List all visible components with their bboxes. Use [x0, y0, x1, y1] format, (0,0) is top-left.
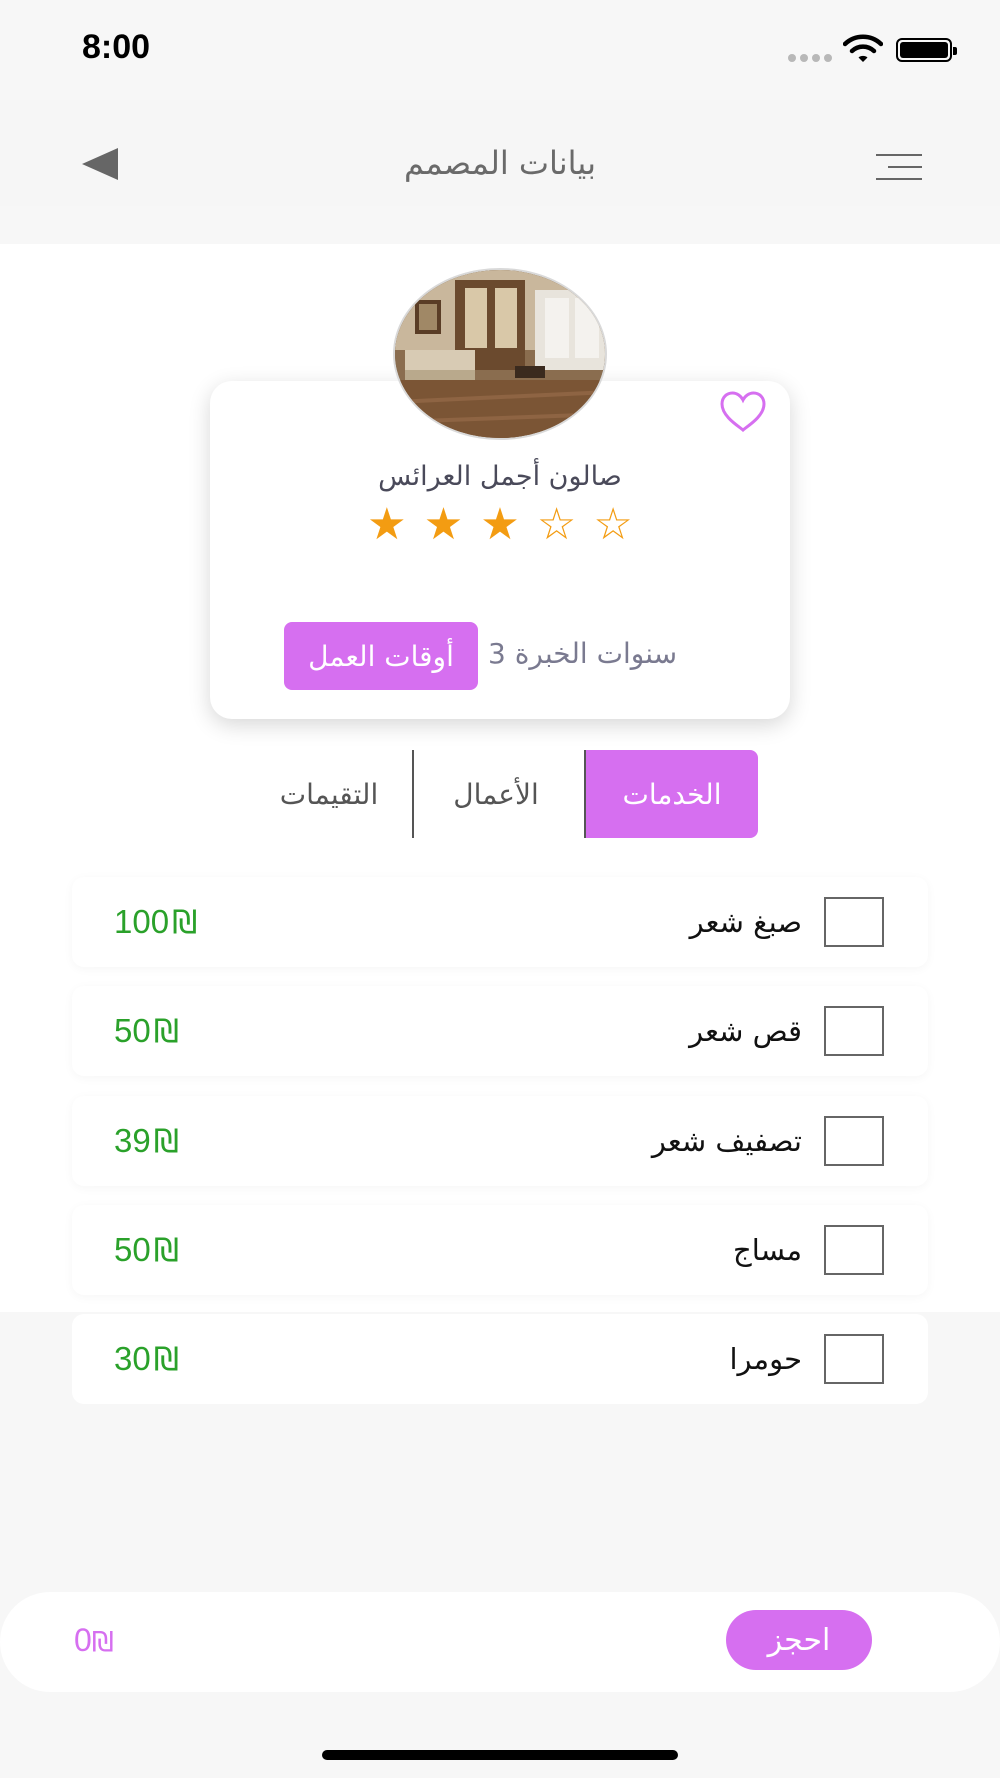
shekel-icon: ₪ — [153, 1231, 179, 1269]
book-button[interactable]: احجز — [726, 1610, 872, 1670]
status-bar: 8:00 — [0, 0, 1000, 100]
experience-label: سنوات الخبرة — [514, 637, 678, 670]
star-icon: ★ — [423, 499, 464, 550]
experience-info: سنوات الخبرة 3 — [488, 637, 677, 670]
tab-works[interactable]: الأعمال — [412, 750, 578, 838]
service-row: 50 ₪ قص شعر — [72, 986, 928, 1076]
service-price: 39 ₪ — [114, 1096, 179, 1186]
booking-bar: 0₪ احجز — [0, 1592, 1000, 1692]
service-checkbox[interactable] — [824, 897, 884, 947]
service-name: حومرا — [729, 1342, 803, 1376]
service-price: 50 ₪ — [114, 986, 179, 1076]
shekel-icon: ₪ — [172, 903, 198, 941]
service-name: مساج — [733, 1233, 802, 1267]
tab-services[interactable]: الخدمات — [584, 750, 758, 838]
price-value: 100 — [114, 903, 170, 940]
salon-avatar — [393, 268, 607, 440]
service-row: 39 ₪ تصفيف شعر — [72, 1096, 928, 1186]
service-checkbox[interactable] — [824, 1334, 884, 1384]
shekel-icon: ₪ — [153, 1122, 179, 1160]
salon-name: صالون أجمل العرائس — [378, 461, 622, 492]
service-checkbox[interactable] — [824, 1225, 884, 1275]
rating-stars: ★ ★ ★ ☆ ☆ — [210, 497, 790, 553]
tab-reviews[interactable]: التقيمات — [246, 750, 412, 838]
home-indicator[interactable] — [322, 1750, 678, 1760]
total-value: 0 — [74, 1622, 92, 1658]
service-price: 30 ₪ — [114, 1314, 179, 1404]
price-value: 30 — [114, 1340, 151, 1377]
battery-icon — [896, 38, 957, 62]
signal-icon — [788, 54, 834, 62]
experience-years: 3 — [488, 637, 506, 670]
total-price: 0₪ — [74, 1622, 114, 1659]
working-hours-button[interactable]: أوقات العمل — [284, 622, 478, 690]
star-icon: ★ — [367, 499, 407, 550]
service-name: قص شعر — [689, 1014, 802, 1048]
service-price: 50 ₪ — [114, 1205, 179, 1295]
star-icon: ★ — [480, 499, 520, 550]
page-title: بيانات المصمم — [404, 144, 596, 182]
shekel-icon: ₪ — [91, 1625, 114, 1658]
menu-icon[interactable] — [876, 152, 922, 182]
service-row: 50 ₪ مساج — [72, 1205, 928, 1295]
star-empty-icon: ☆ — [536, 499, 577, 550]
price-value: 39 — [114, 1122, 151, 1159]
service-name: صبغ شعر — [689, 905, 802, 939]
nav-bar: بيانات المصمم — [0, 100, 1000, 206]
star-empty-icon: ☆ — [593, 499, 633, 550]
service-row: 100 ₪ صبغ شعر — [72, 877, 928, 967]
service-row: 30 ₪ حومرا — [72, 1314, 928, 1404]
status-time: 8:00 — [82, 28, 151, 66]
heart-icon[interactable] — [718, 390, 768, 434]
service-checkbox[interactable] — [824, 1116, 884, 1166]
service-checkbox[interactable] — [824, 1006, 884, 1056]
price-value: 50 — [114, 1231, 151, 1268]
back-arrow-icon[interactable] — [82, 148, 118, 180]
service-price: 100 ₪ — [114, 877, 197, 967]
service-name: تصفيف شعر — [651, 1124, 802, 1158]
wifi-icon — [843, 34, 883, 62]
profile-tabs: التقيمات الأعمال الخدمات — [246, 750, 758, 838]
shekel-icon: ₪ — [153, 1340, 179, 1378]
shekel-icon: ₪ — [153, 1012, 179, 1050]
salon-photo — [395, 270, 605, 438]
price-value: 50 — [114, 1012, 151, 1049]
